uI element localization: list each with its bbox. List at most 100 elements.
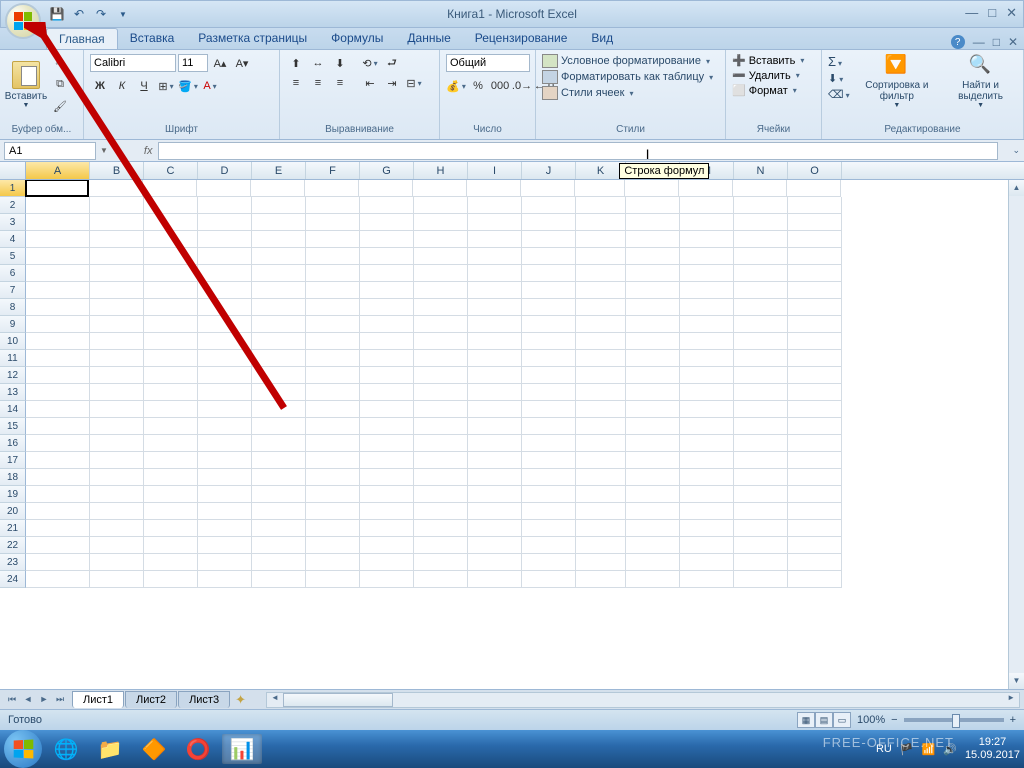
increase-decimal-icon[interactable]: .0→	[512, 77, 532, 95]
cell[interactable]	[680, 469, 734, 486]
tray-clock[interactable]: 19:2715.09.2017	[965, 736, 1020, 762]
zoom-level[interactable]: 100%	[857, 714, 885, 726]
undo-icon[interactable]: ↶	[71, 6, 87, 22]
cell[interactable]	[252, 316, 306, 333]
cell[interactable]	[788, 401, 842, 418]
cell[interactable]	[522, 197, 576, 214]
cell[interactable]	[89, 180, 143, 197]
cell[interactable]	[360, 367, 414, 384]
cell[interactable]	[26, 571, 90, 588]
cell[interactable]	[734, 384, 788, 401]
cell[interactable]	[522, 282, 576, 299]
new-sheet-icon[interactable]: ✦	[235, 692, 246, 708]
cell[interactable]	[144, 418, 198, 435]
cell[interactable]	[306, 435, 360, 452]
row-header[interactable]: 22	[0, 537, 26, 554]
save-icon[interactable]: 💾	[49, 6, 65, 22]
cell[interactable]	[306, 214, 360, 231]
cell[interactable]	[788, 333, 842, 350]
cell[interactable]	[306, 316, 360, 333]
cell[interactable]	[468, 231, 522, 248]
cell[interactable]	[26, 384, 90, 401]
cell[interactable]	[522, 248, 576, 265]
cell[interactable]	[198, 265, 252, 282]
cell[interactable]	[252, 367, 306, 384]
cell[interactable]	[360, 231, 414, 248]
grow-font-icon[interactable]: A▴	[210, 54, 230, 72]
cell[interactable]	[680, 350, 734, 367]
cell[interactable]	[414, 367, 468, 384]
cell[interactable]	[680, 214, 734, 231]
cell[interactable]	[626, 248, 680, 265]
maximize-button[interactable]: □	[988, 5, 996, 21]
sheet-tab[interactable]: Лист1	[72, 691, 124, 708]
cell[interactable]	[788, 435, 842, 452]
find-select-button[interactable]: 🔍Найти и выделить▼	[944, 54, 1017, 109]
cell[interactable]	[360, 571, 414, 588]
cell[interactable]	[306, 486, 360, 503]
cell[interactable]	[576, 418, 626, 435]
cell[interactable]	[680, 333, 734, 350]
cell[interactable]	[26, 333, 90, 350]
cell[interactable]	[90, 282, 144, 299]
cell[interactable]	[252, 418, 306, 435]
row-header[interactable]: 17	[0, 452, 26, 469]
cell[interactable]	[680, 367, 734, 384]
cell[interactable]	[626, 401, 680, 418]
cell[interactable]	[144, 469, 198, 486]
row-header[interactable]: 24	[0, 571, 26, 588]
cell[interactable]	[306, 248, 360, 265]
cell[interactable]	[522, 452, 576, 469]
cell[interactable]	[306, 384, 360, 401]
column-header[interactable]: A	[26, 162, 90, 179]
cell[interactable]	[522, 520, 576, 537]
cell[interactable]	[468, 503, 522, 520]
row-header[interactable]: 14	[0, 401, 26, 418]
cell[interactable]	[576, 384, 626, 401]
cell[interactable]	[468, 571, 522, 588]
cell[interactable]	[680, 452, 734, 469]
cell[interactable]	[252, 571, 306, 588]
close-button[interactable]: ✕	[1006, 5, 1017, 21]
first-sheet-icon[interactable]: ⏮	[4, 694, 20, 705]
cell[interactable]	[576, 282, 626, 299]
cell[interactable]	[734, 214, 788, 231]
cell[interactable]	[144, 350, 198, 367]
tab-формулы[interactable]: Формулы	[319, 28, 395, 49]
cell[interactable]	[788, 282, 842, 299]
italic-button[interactable]: К	[112, 77, 132, 95]
cell[interactable]	[360, 333, 414, 350]
cell[interactable]	[734, 469, 788, 486]
cell[interactable]	[198, 486, 252, 503]
cell[interactable]	[468, 282, 522, 299]
row-header[interactable]: 5	[0, 248, 26, 265]
cell[interactable]	[522, 486, 576, 503]
cell[interactable]	[414, 265, 468, 282]
cell[interactable]	[576, 214, 626, 231]
cell[interactable]	[467, 180, 521, 197]
cell[interactable]	[468, 520, 522, 537]
cell[interactable]	[252, 401, 306, 418]
tab-рецензирование[interactable]: Рецензирование	[463, 28, 580, 49]
cell[interactable]	[360, 418, 414, 435]
cell[interactable]	[680, 435, 734, 452]
number-format-select[interactable]	[446, 54, 530, 72]
taskbar-excel-icon[interactable]: 📊	[222, 734, 262, 764]
cell[interactable]	[576, 520, 626, 537]
cell[interactable]	[576, 333, 626, 350]
cell[interactable]	[414, 520, 468, 537]
cell[interactable]	[522, 554, 576, 571]
cell[interactable]	[522, 401, 576, 418]
help-icon[interactable]: ?	[951, 35, 965, 49]
name-box[interactable]	[4, 142, 96, 160]
cell[interactable]	[414, 248, 468, 265]
cell[interactable]	[26, 435, 90, 452]
cell[interactable]	[26, 197, 90, 214]
page-layout-view-icon[interactable]: ▤	[815, 712, 833, 728]
zoom-slider[interactable]	[904, 718, 1004, 722]
column-header[interactable]: B	[90, 162, 144, 179]
cell[interactable]	[26, 452, 90, 469]
cell[interactable]	[144, 452, 198, 469]
cell[interactable]	[306, 265, 360, 282]
clear-icon[interactable]: ⌫	[828, 88, 850, 101]
